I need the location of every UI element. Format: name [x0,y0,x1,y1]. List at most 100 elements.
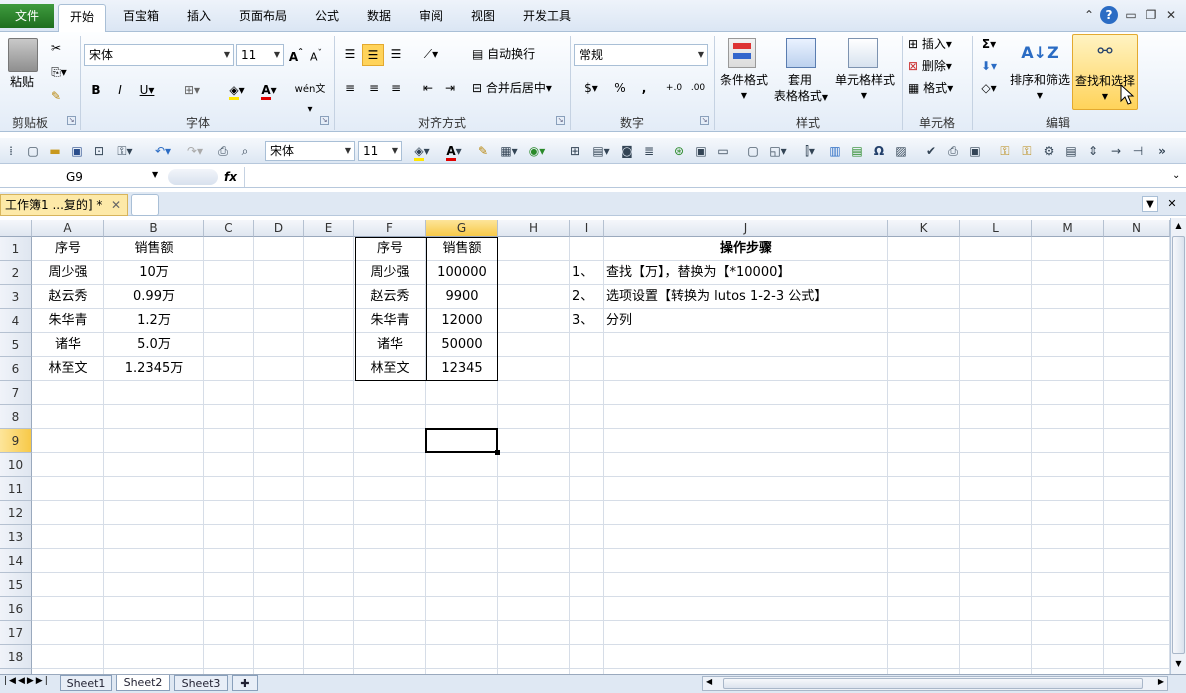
cell-g3[interactable]: 9900 [426,285,498,309]
cell-j3[interactable]: 选项设置【转换为 lutos 1-2-3 公式】 [604,285,894,309]
tab-developer[interactable]: 开发工具 [512,4,582,32]
shrink-font-icon[interactable]: Aˇ [308,44,324,68]
undo-icon[interactable]: ↶▾ [150,142,176,160]
permission-icon[interactable]: ⚿▾ [112,142,138,160]
conditional-format-icon[interactable] [728,38,756,68]
horizontal-scroll-thumb[interactable] [723,678,1143,689]
cell-f3[interactable]: 赵云秀 [354,285,426,309]
spreadsheet-grid[interactable]: A B C D E F G H I J K L M N 1 2 3 4 5 6 7 8 9 10 11 12 13 14 15 16 17 1… [0,220,1170,674]
toolbar-arrow-icon[interactable]: → [1108,142,1124,160]
tab-view[interactable]: 视图 [460,4,506,32]
cell-b1[interactable]: 销售额 [104,237,204,261]
fill-handle[interactable] [495,450,500,455]
sort-filter-button[interactable]: 排序和筛选 [1008,72,1072,88]
cell-b2[interactable]: 10万 [104,261,204,285]
cell-i2[interactable]: 1、 [570,261,604,285]
row-header[interactable]: 12 [0,501,32,525]
tab-formulas[interactable]: 公式 [304,4,350,32]
toolbar-resize-icon[interactable]: ⇕ [1084,142,1102,160]
tab-insert[interactable]: 插入 [176,4,222,32]
merge-center-button[interactable]: ⊟ 合并后居中▾ [472,78,568,98]
column-header[interactable]: M [1032,220,1104,237]
print-preview-icon[interactable]: ⎙ [214,142,232,160]
align-left-icon[interactable]: ≡ [340,78,360,98]
cell-f6[interactable]: 林至文 [354,357,426,381]
cell-b6[interactable]: 1.2345万 [104,357,204,381]
toolbar-picture-icon[interactable]: ▨ [892,142,910,160]
font-size-combo[interactable]: 11 ▼ [236,44,284,66]
toolbar-chart-icon[interactable]: ▥ [826,142,844,160]
sheet-nav-icon[interactable]: |◀◀▶▶| [4,676,50,686]
new-file-icon[interactable]: ▢ [24,142,42,160]
tab-data[interactable]: 数据 [356,4,402,32]
font-launcher-icon[interactable]: ↘ [320,116,329,125]
cell-a6[interactable]: 林至文 [32,357,104,381]
file-menu-button[interactable]: 文件 [0,4,54,28]
format-cells-button[interactable]: ▦ 格式▾ [908,78,966,98]
tab-page-layout[interactable]: 页面布局 [228,4,298,32]
column-header[interactable]: C [204,220,254,237]
scroll-up-icon[interactable]: ▲ [1171,218,1186,234]
column-header[interactable]: G [426,220,498,237]
cell-a5[interactable]: 诸华 [32,333,104,357]
column-header[interactable]: B [104,220,204,237]
toolbar-omega-icon[interactable]: Ω [870,142,888,160]
align-top-icon[interactable]: ☰ [340,44,360,64]
save-as-icon[interactable]: ⊡ [90,142,108,160]
toolbar-more-icon[interactable]: » [1154,142,1170,160]
toolbar-distribute-icon[interactable]: ⫿▾ [798,142,822,160]
align-right-icon[interactable]: ≡ [386,78,406,98]
toolbar-network-icon[interactable]: ⚙ [1040,142,1058,160]
chevron-down-icon[interactable]: ▼ [152,170,158,179]
tab-toolbox[interactable]: 百宝箱 [112,4,170,32]
row-header[interactable]: 16 [0,597,32,621]
tab-home[interactable]: 开始 [58,4,106,32]
font-name-combo[interactable]: 宋体 ▼ [84,44,234,66]
fill-color-icon[interactable]: ◈▾ [222,80,252,100]
toolbar-check-icon[interactable]: ✔ [922,142,940,160]
cell-j1[interactable]: 操作步骤 [604,237,888,261]
cell-b5[interactable]: 5.0万 [104,333,204,357]
number-launcher-icon[interactable]: ↘ [700,116,709,125]
row-header[interactable]: 15 [0,573,32,597]
decrease-indent-icon[interactable]: ⇤ [418,78,438,98]
fill-icon[interactable]: ⬇▾ [978,56,1000,76]
cell-g5[interactable]: 50000 [426,333,498,357]
alignment-launcher-icon[interactable]: ↘ [556,116,565,125]
comma-icon[interactable]: , [636,78,652,98]
cell-j2[interactable]: 查找【万】，替换为【*10000】 [604,261,894,285]
row-header[interactable]: 10 [0,453,32,477]
sort-filter-icon[interactable]: A↓Z [1020,36,1060,70]
scroll-left-icon[interactable]: ◀ [706,677,712,686]
scroll-down-icon[interactable]: ▼ [1171,656,1186,672]
close-icon[interactable]: ✕ [1162,6,1180,24]
select-all-corner[interactable] [0,220,32,237]
underline-icon[interactable]: U▾ [134,80,160,100]
cell-i4[interactable]: 3、 [570,309,604,333]
column-header[interactable]: J [604,220,888,237]
column-header[interactable]: N [1104,220,1170,237]
cell-g4[interactable]: 12000 [426,309,498,333]
expand-formula-icon[interactable]: ⌄ [1172,170,1180,181]
toolbar-circle-icon[interactable]: ◉▾ [526,142,548,160]
align-bottom-icon[interactable]: ☰ [386,44,406,64]
toolbar-align-icon[interactable]: ≣ [640,142,658,160]
insert-function-button[interactable]: fx [224,167,244,187]
cell-g6[interactable]: 12345 [426,357,498,381]
formula-input[interactable] [244,167,1170,187]
cell-g1[interactable]: 销售额 [426,237,498,261]
row-header[interactable]: 9 [0,429,32,453]
cell-f2[interactable]: 周少强 [354,261,426,285]
toolbar-pin-icon[interactable]: ⊣ [1130,142,1146,160]
row-header[interactable]: 2 [0,261,32,285]
close-workbook-icon[interactable]: ✕ [1164,196,1180,212]
toolbar-shape-icon[interactable]: ◱▾ [766,142,790,160]
redo-icon[interactable]: ↷▾ [182,142,208,160]
vertical-scrollbar[interactable]: ▲ ▼ [1170,218,1186,674]
currency-icon[interactable]: $▾ [576,78,606,98]
cell-a2[interactable]: 周少强 [32,261,104,285]
toolbar-brush-icon[interactable]: ✎ [474,142,492,160]
clipboard-launcher-icon[interactable]: ↘ [67,116,76,125]
close-tab-icon[interactable]: ✕ [111,195,121,215]
autosum-icon[interactable]: Σ▾ [978,34,1000,54]
